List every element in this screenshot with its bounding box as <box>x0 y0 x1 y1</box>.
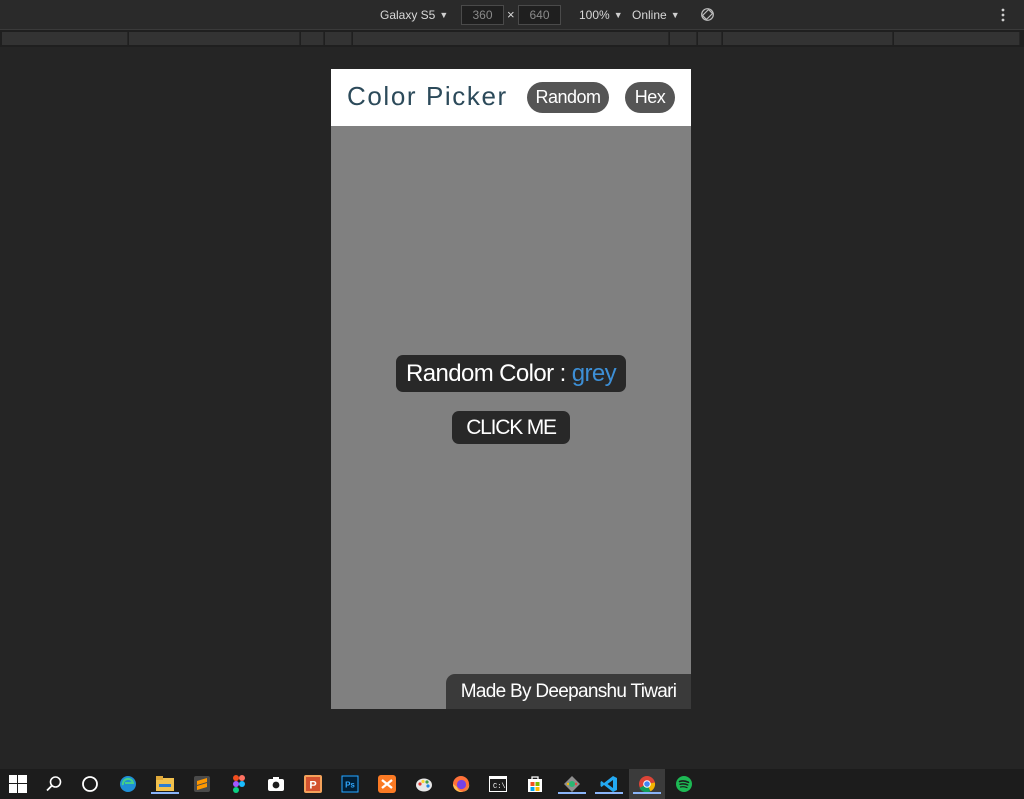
zoom-select[interactable]: 100% ▼ <box>579 8 623 22</box>
media-query-segment[interactable] <box>894 32 1020 45</box>
xampp-icon[interactable] <box>377 774 397 794</box>
height-input[interactable]: 640 <box>518 5 561 25</box>
svg-text:C:\: C:\ <box>493 783 506 791</box>
click-me-button[interactable]: CLICK ME <box>452 411 570 444</box>
svg-text:P: P <box>309 780 316 792</box>
media-query-segment[interactable] <box>325 32 352 45</box>
color-label: Random Color : grey <box>396 355 626 392</box>
file-explorer-icon[interactable] <box>151 774 179 794</box>
media-query-segment[interactable] <box>129 32 300 45</box>
color-value: grey <box>571 360 617 387</box>
media-query-segment[interactable] <box>670 32 697 45</box>
color-label-prefix: Random Color : <box>405 360 566 387</box>
app-title: Color Picker <box>347 81 508 111</box>
zoom-value: 100% <box>579 8 610 22</box>
device-viewport: Color Picker Random Hex Random Color : g… <box>331 69 691 709</box>
store-icon[interactable] <box>525 774 545 794</box>
taskbar-active-indicator <box>633 792 661 794</box>
taskbar: P Ps C:\ <box>0 769 1024 799</box>
hex-button[interactable]: Hex <box>625 82 675 113</box>
app-header: Color Picker Random Hex <box>331 69 691 126</box>
more-options-icon[interactable] <box>998 7 1008 23</box>
width-input[interactable]: 360 <box>461 5 504 25</box>
credit-footer: Made By Deepanshu Tiwari <box>446 674 691 709</box>
figma-icon[interactable] <box>229 774 249 794</box>
taskbar-active-indicator <box>595 792 623 794</box>
firefox-icon[interactable] <box>451 774 471 794</box>
taskbar-active-indicator <box>558 792 586 794</box>
gitkraken-icon[interactable] <box>558 774 586 794</box>
sublime-text-icon[interactable] <box>192 774 212 794</box>
spotify-icon[interactable] <box>674 774 694 794</box>
media-query-segment[interactable] <box>2 32 128 45</box>
edge-icon[interactable] <box>118 774 138 794</box>
device-toolbar: Galaxy S5 ▼ 360 × 640 100% ▼ Online ▼ <box>0 0 1024 30</box>
command-prompt-icon[interactable]: C:\ <box>488 774 508 794</box>
media-query-segment[interactable] <box>353 32 669 45</box>
dimension-separator: × <box>507 7 515 22</box>
camera-icon[interactable] <box>266 774 286 794</box>
chrome-icon[interactable] <box>633 774 661 794</box>
media-query-segment[interactable] <box>723 32 893 45</box>
vscode-icon[interactable] <box>595 774 623 794</box>
media-query-segment[interactable] <box>301 32 324 45</box>
random-button[interactable]: Random <box>527 82 609 113</box>
svg-text:Ps: Ps <box>345 781 355 790</box>
media-query-bar[interactable] <box>0 30 1024 47</box>
device-name: Galaxy S5 <box>380 8 436 22</box>
powerpoint-icon[interactable]: P <box>303 774 323 794</box>
cortana-icon[interactable] <box>80 774 100 794</box>
network-throttle-select[interactable]: Online ▼ <box>632 8 680 22</box>
windows-start-icon[interactable] <box>8 774 28 794</box>
photoshop-icon[interactable]: Ps <box>340 774 360 794</box>
network-value: Online <box>632 8 667 22</box>
taskbar-active-indicator <box>151 792 179 794</box>
search-icon[interactable] <box>44 774 64 794</box>
paint-icon[interactable] <box>414 774 434 794</box>
caret-down-icon: ▼ <box>670 10 680 20</box>
caret-down-icon: ▼ <box>439 10 449 20</box>
rotate-icon[interactable] <box>700 7 715 22</box>
device-select[interactable]: Galaxy S5 ▼ <box>380 8 448 22</box>
media-query-segment[interactable] <box>698 32 722 45</box>
caret-down-icon: ▼ <box>613 10 623 20</box>
